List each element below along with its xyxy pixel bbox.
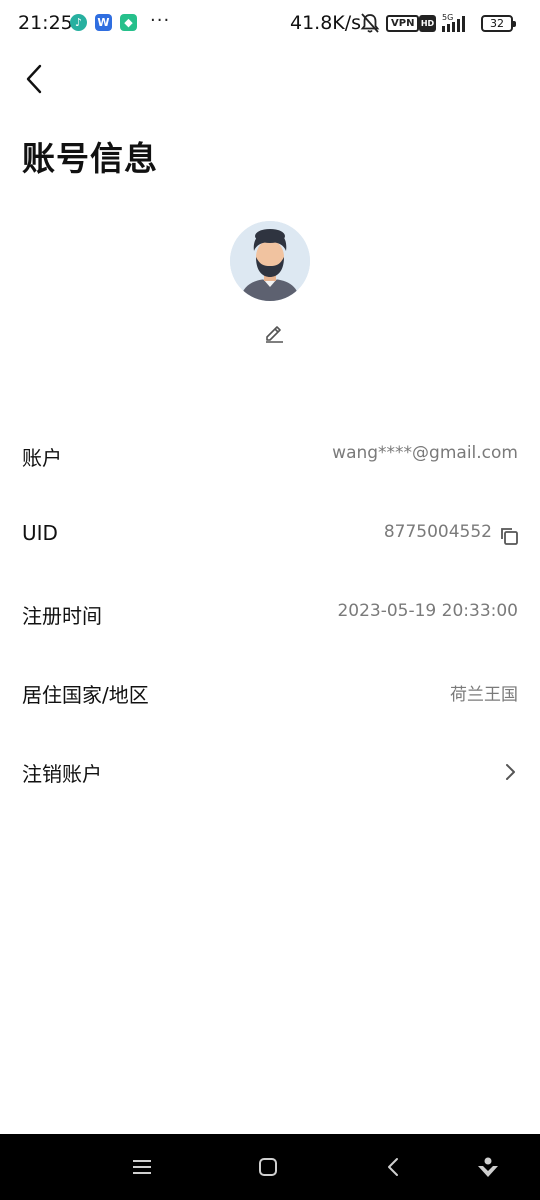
chevron-left-icon [26, 64, 42, 94]
account-row: 账户 wang****@gmail.com [0, 426, 540, 486]
register-time-row: 注册时间 2023-05-19 20:33:00 [0, 584, 540, 644]
back-icon[interactable] [379, 1152, 409, 1182]
back-button[interactable] [18, 58, 58, 102]
assistant-icon[interactable] [473, 1152, 503, 1182]
residence-value: 荷兰王国 [450, 685, 518, 705]
shield-app-icon: ◆ [120, 14, 137, 31]
tiktok-app-icon: ♪ [70, 14, 87, 31]
battery-icon: 32 [481, 15, 516, 32]
status-time: 21:25 [18, 12, 73, 34]
status-bar: 21:25 ♪ W ◆ ··· 41.8K/s VPN HD 5G 32 [0, 0, 540, 48]
uid-label: UID [22, 521, 58, 545]
avatar[interactable] [230, 221, 310, 301]
hd-badge: HD [419, 15, 436, 32]
bell-muted-icon [360, 13, 380, 33]
residence-row: 居住国家/地区 荷兰王国 [0, 663, 540, 723]
overflow-dots-icon: ··· [150, 10, 171, 31]
copy-icon[interactable] [499, 526, 519, 546]
uid-row: UID 8775004552 [0, 505, 540, 565]
network-type: 5G [442, 13, 453, 22]
chevron-right-icon [506, 764, 515, 780]
wps-app-icon: W [95, 14, 112, 31]
page-title: 账号信息 [22, 139, 158, 178]
vpn-badge: VPN [386, 15, 420, 32]
signal-icon: 5G [442, 13, 465, 32]
home-icon[interactable] [253, 1152, 283, 1182]
menu-icon[interactable] [127, 1152, 157, 1182]
residence-label: 居住国家/地区 [22, 683, 149, 707]
network-speed: 41.8K/s [290, 12, 362, 34]
edit-avatar-button[interactable] [262, 320, 286, 344]
avatar-image [230, 221, 310, 301]
delete-account-label: 注销账户 [22, 762, 102, 786]
register-time-label: 注册时间 [22, 604, 102, 628]
register-time-value: 2023-05-19 20:33:00 [337, 601, 518, 621]
uid-value: 8775004552 [383, 522, 492, 542]
system-nav-bar [0, 1134, 540, 1200]
account-label: 账户 [22, 446, 62, 470]
delete-account-row[interactable]: 注销账户 [0, 742, 540, 802]
account-value: wang****@gmail.com [332, 443, 518, 463]
pencil-icon [266, 326, 283, 343]
